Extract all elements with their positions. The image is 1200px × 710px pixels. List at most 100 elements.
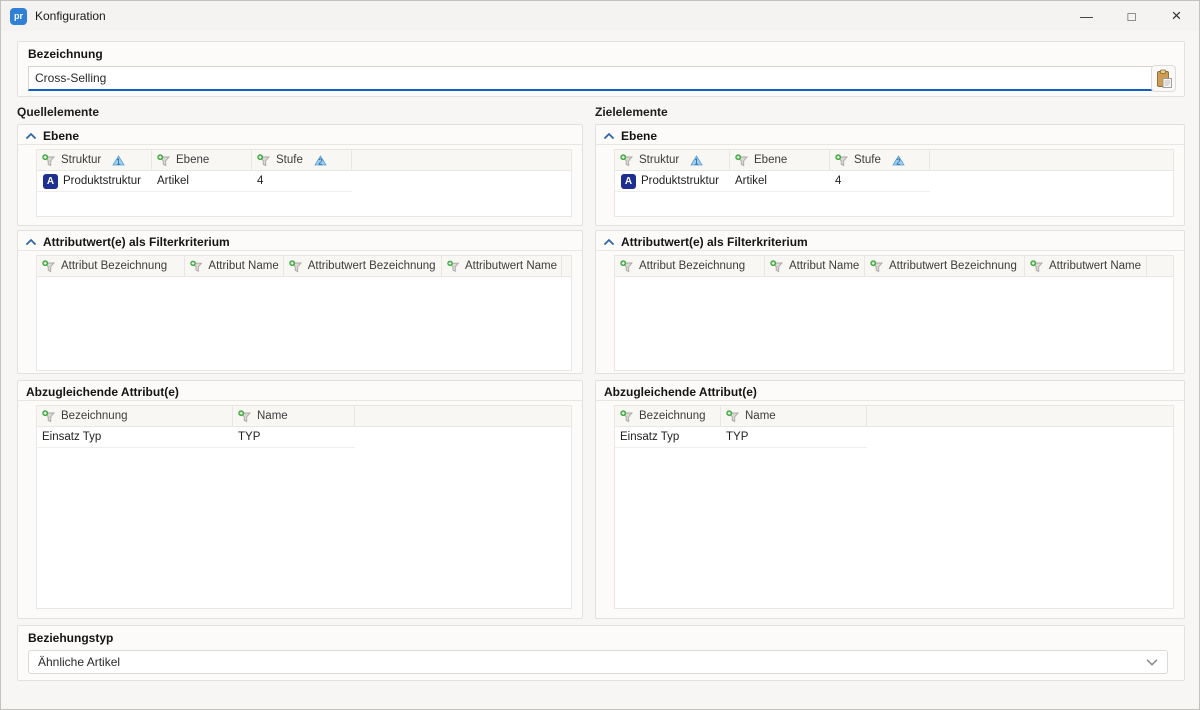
cell-stufe: 4 — [835, 175, 841, 187]
column-header-attributwert-name[interactable]: Attributwert Name — [442, 256, 562, 276]
column-label: Struktur — [61, 154, 101, 166]
table-row[interactable]: Einsatz Typ TYP — [615, 427, 867, 448]
beziehungstyp-select[interactable]: Ähnliche Artikel — [28, 650, 1168, 674]
chevron-down-icon[interactable] — [1146, 658, 1158, 667]
cell-bezeichnung: Einsatz Typ — [42, 431, 101, 443]
table-row[interactable]: A Produktstruktur Artikel 4 — [615, 171, 930, 192]
filter-icon[interactable] — [735, 154, 749, 167]
filter-icon[interactable] — [620, 410, 634, 423]
table-header-row: Attribut Bezeichnung Attribut Name Attri… — [37, 256, 571, 277]
filter-icon[interactable] — [620, 154, 634, 167]
target-filter-title: Attributwert(e) als Filterkriterium — [621, 235, 808, 249]
column-header-attributwert-bezeichnung[interactable]: Attributwert Bezeichnung — [284, 256, 442, 276]
collapse-icon[interactable] — [26, 238, 36, 246]
title-bar[interactable]: pr Konfiguration — □ × — [1, 1, 1199, 31]
column-label: Attribut Bezeichnung — [61, 260, 167, 272]
source-ebene-header[interactable]: Ebene — [18, 125, 582, 145]
source-filter-section: Attributwert(e) als Filterkriterium Attr… — [17, 230, 583, 374]
sort-order-icon: 2 — [892, 155, 905, 166]
structure-type-icon: A — [621, 174, 636, 189]
filter-icon[interactable] — [1030, 260, 1044, 273]
target-filter-section: Attributwert(e) als Filterkriterium Attr… — [595, 230, 1185, 374]
column-header-bezeichnung[interactable]: Bezeichnung — [37, 406, 233, 426]
filter-icon[interactable] — [726, 410, 740, 423]
beziehungstyp-group: Beziehungstyp Ähnliche Artikel — [17, 625, 1185, 681]
filter-icon[interactable] — [289, 260, 303, 273]
filter-icon[interactable] — [157, 154, 171, 167]
column-header-stufe[interactable]: Stufe 2 — [830, 150, 930, 170]
bezeichnung-group: Bezeichnung — [17, 41, 1185, 97]
filter-icon[interactable] — [835, 154, 849, 167]
column-header-ebene[interactable]: Ebene — [730, 150, 830, 170]
filter-icon[interactable] — [42, 260, 56, 273]
column-header-attribut-name[interactable]: Attribut Name — [185, 256, 284, 276]
column-header-name[interactable]: Name — [721, 406, 867, 426]
column-header-attributwert-bezeichnung[interactable]: Attributwert Bezeichnung — [865, 256, 1025, 276]
column-header-bezeichnung[interactable]: Bezeichnung — [615, 406, 721, 426]
beziehungstyp-label: Beziehungstyp — [28, 631, 113, 645]
column-header-name[interactable]: Name — [233, 406, 355, 426]
source-match-table: Bezeichnung Name Einsatz Typ TYP — [36, 405, 572, 609]
filter-icon[interactable] — [770, 260, 784, 273]
column-header-attribut-bezeichnung[interactable]: Attribut Bezeichnung — [615, 256, 765, 276]
maximize-button[interactable]: □ — [1109, 1, 1154, 31]
target-ebene-section: Ebene Struktur 1 Ebene — [595, 124, 1185, 226]
window-controls: — □ × — [1064, 1, 1199, 31]
collapse-icon[interactable] — [26, 132, 36, 140]
column-header-struktur[interactable]: Struktur 1 — [615, 150, 730, 170]
column-label: Attributwert Name — [1049, 260, 1141, 272]
column-header-ebene[interactable]: Ebene — [152, 150, 252, 170]
filter-icon[interactable] — [257, 154, 271, 167]
filter-icon[interactable] — [42, 154, 56, 167]
column-label: Attributwert Name — [465, 260, 557, 272]
target-filter-table: Attribut Bezeichnung Attribut Name Attri… — [614, 255, 1174, 371]
collapse-icon[interactable] — [604, 132, 614, 140]
filter-icon[interactable] — [447, 260, 460, 273]
filter-icon[interactable] — [870, 260, 884, 273]
table-row[interactable]: Einsatz Typ TYP — [37, 427, 355, 448]
column-label: Stufe — [276, 154, 303, 166]
source-ebene-section: Ebene Struktur 1 Ebene — [17, 124, 583, 226]
column-label: Stufe — [854, 154, 881, 166]
column-header-attribut-bezeichnung[interactable]: Attribut Bezeichnung — [37, 256, 185, 276]
close-button[interactable]: × — [1154, 1, 1199, 31]
target-filter-header[interactable]: Attributwert(e) als Filterkriterium — [596, 231, 1184, 251]
column-header-attributwert-name[interactable]: Attributwert Name — [1025, 256, 1147, 276]
source-filter-header[interactable]: Attributwert(e) als Filterkriterium — [18, 231, 582, 251]
source-match-section: Abzugleichende Attribut(e) Bezeichnung N… — [17, 380, 583, 619]
bezeichnung-input[interactable] — [28, 66, 1154, 91]
column-label: Bezeichnung — [61, 410, 128, 422]
minimize-button[interactable]: — — [1064, 1, 1109, 31]
paste-button[interactable] — [1151, 65, 1176, 92]
target-panel: Zielelemente Ebene Struktur 1 — [595, 105, 1185, 619]
column-header-stufe[interactable]: Stufe 2 — [252, 150, 352, 170]
column-label: Name — [745, 410, 776, 422]
column-header-filler — [930, 150, 1173, 170]
table-header-row: Bezeichnung Name — [615, 406, 1173, 427]
column-header-struktur[interactable]: Struktur 1 — [37, 150, 152, 170]
column-label: Attribut Name — [208, 260, 278, 272]
target-ebene-title: Ebene — [621, 129, 657, 143]
svg-text:1: 1 — [695, 157, 700, 166]
source-match-title: Abzugleichende Attribut(e) — [26, 385, 179, 399]
filter-icon[interactable] — [238, 410, 252, 423]
cell-ebene: Artikel — [735, 175, 767, 187]
target-ebene-table: Struktur 1 Ebene Stufe 2 — [614, 149, 1174, 217]
table-header-row: Struktur 1 Ebene Stufe 2 — [37, 150, 571, 171]
column-label: Bezeichnung — [639, 410, 706, 422]
cell-struktur: Produktstruktur — [641, 175, 719, 187]
target-ebene-header[interactable]: Ebene — [596, 125, 1184, 145]
collapse-icon[interactable] — [604, 238, 614, 246]
svg-text:2: 2 — [896, 157, 901, 166]
column-header-attribut-name[interactable]: Attribut Name — [765, 256, 865, 276]
source-filter-table: Attribut Bezeichnung Attribut Name Attri… — [36, 255, 572, 371]
column-header-filler — [867, 406, 1173, 426]
column-label: Struktur — [639, 154, 679, 166]
table-row[interactable]: A Produktstruktur Artikel 4 — [37, 171, 352, 192]
column-header-filler — [1147, 256, 1173, 276]
filter-icon[interactable] — [42, 410, 56, 423]
beziehungstyp-selected-value: Ähnliche Artikel — [38, 655, 120, 669]
filter-icon[interactable] — [190, 260, 203, 273]
filter-icon[interactable] — [620, 260, 634, 273]
clipboard-icon — [1155, 69, 1173, 89]
